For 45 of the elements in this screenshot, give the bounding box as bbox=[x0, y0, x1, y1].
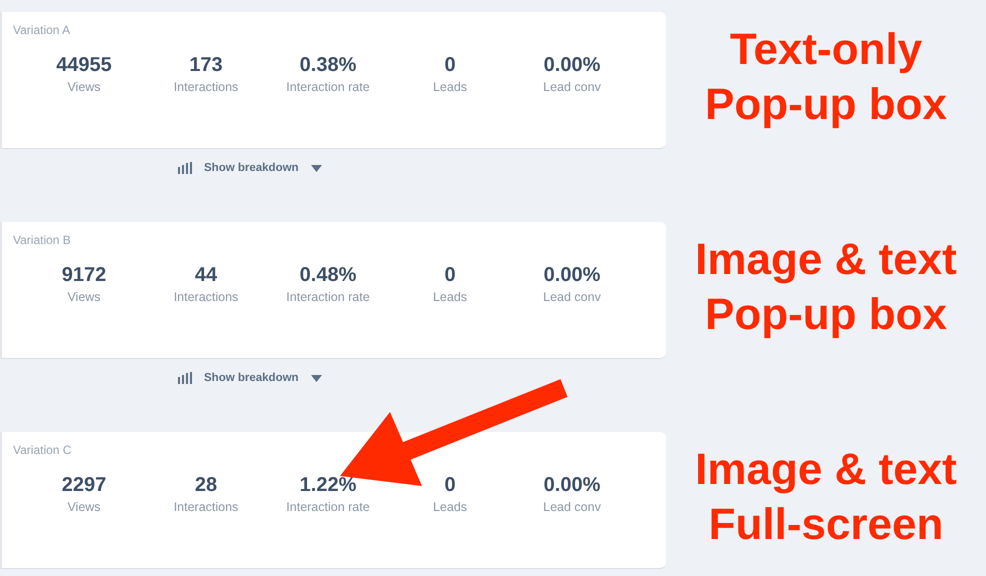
callout-text: Full-screen bbox=[708, 498, 944, 550]
metric-value: 44 bbox=[194, 263, 218, 287]
metric-value: 0 bbox=[443, 473, 457, 497]
metric-label: Lead conv bbox=[542, 80, 602, 94]
metric-label: Interaction rate bbox=[285, 290, 371, 304]
metric-value: 0.00% bbox=[542, 263, 602, 287]
bar-chart-icon bbox=[178, 162, 192, 174]
metric-value: 1.22% bbox=[298, 473, 358, 497]
show-breakdown-button[interactable]: Show breakdown bbox=[178, 372, 322, 384]
variation-title: Variation B bbox=[13, 233, 72, 247]
metric-label: Interactions bbox=[172, 500, 240, 514]
metric-value: 0 bbox=[443, 53, 457, 77]
metric-label: Views bbox=[66, 500, 102, 514]
callout-text: Image & text bbox=[695, 444, 957, 496]
metric-label: Leads bbox=[432, 290, 468, 304]
bar-chart-icon bbox=[178, 372, 192, 384]
variation-title: Variation C bbox=[13, 443, 72, 457]
metric-value: 0.38% bbox=[298, 53, 358, 77]
metric-value: 0.00% bbox=[542, 473, 602, 497]
metric-label: Interactions bbox=[172, 290, 240, 304]
callout-text: Text-only bbox=[730, 24, 922, 76]
metric-value: 44955 bbox=[55, 53, 113, 77]
metric-value: 0 bbox=[443, 263, 457, 287]
metric-label: Interaction rate bbox=[285, 500, 371, 514]
caret-icon bbox=[310, 164, 322, 172]
metric-label: Views bbox=[66, 80, 102, 94]
metric-value: 0.48% bbox=[298, 263, 358, 287]
metric-value: 9172 bbox=[60, 263, 108, 287]
callout-text: Pop-up box bbox=[705, 288, 947, 340]
metric-label: Views bbox=[66, 290, 102, 304]
metric-value: 28 bbox=[194, 473, 218, 497]
metric-value: 2297 bbox=[60, 473, 108, 497]
metric-value: 173 bbox=[188, 53, 224, 77]
show-breakdown-button[interactable]: Show breakdown bbox=[178, 162, 322, 174]
caret-icon bbox=[310, 374, 322, 382]
callout-text: Image & text bbox=[695, 234, 957, 286]
metric-label: Interaction rate bbox=[285, 80, 371, 94]
metric-label: Leads bbox=[432, 500, 468, 514]
metric-label: Interactions bbox=[172, 80, 240, 94]
metric-value: 0.00% bbox=[542, 53, 602, 77]
variation-title: Variation A bbox=[13, 23, 72, 37]
metric-label: Leads bbox=[432, 80, 468, 94]
metric-label: Lead conv bbox=[542, 500, 602, 514]
callout-text: Pop-up box bbox=[705, 78, 947, 130]
metric-label: Lead conv bbox=[542, 290, 602, 304]
